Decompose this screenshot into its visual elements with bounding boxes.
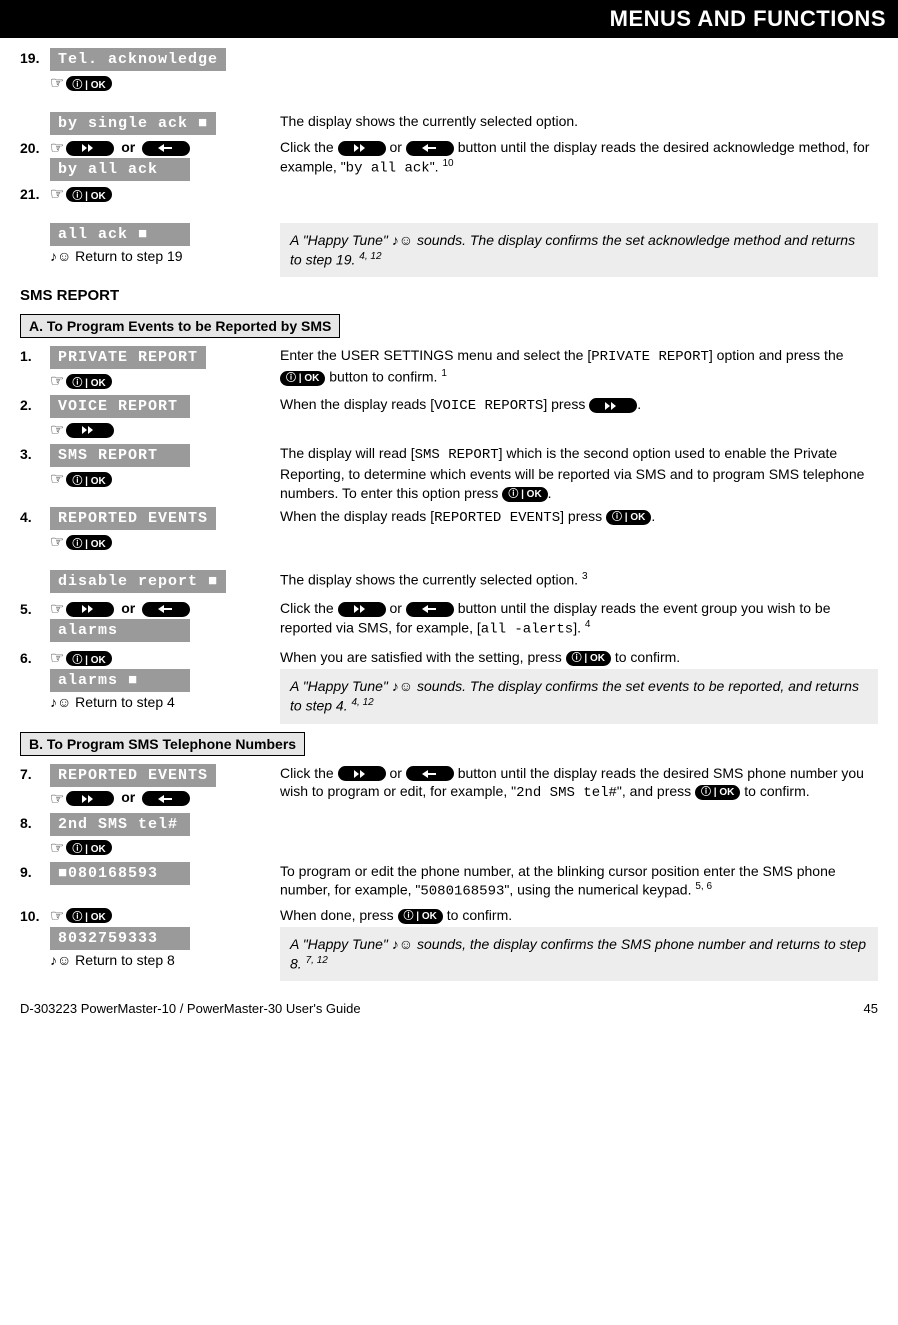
page-content: 19. Tel. acknowledge ☞ⓘ | OK by single a… bbox=[0, 38, 898, 995]
step-description: The display will read [SMS REPORT] which… bbox=[260, 444, 878, 503]
lcd-display: ■080168593 bbox=[50, 862, 190, 885]
step-number: 2. bbox=[20, 395, 50, 413]
step-number: 21. bbox=[20, 184, 50, 202]
step-description: When done, press ⓘ | OK to confirm. bbox=[260, 906, 878, 925]
forward-button[interactable] bbox=[66, 141, 114, 156]
pointing-hand-icon: ☞ bbox=[50, 469, 64, 489]
lcd-display: by single ack ■ bbox=[50, 112, 216, 135]
step-number: 8. bbox=[20, 813, 50, 831]
step-number: 19. bbox=[20, 48, 50, 66]
or-label: or bbox=[121, 139, 135, 155]
ok-button[interactable]: ⓘ | OK bbox=[66, 651, 111, 666]
forward-button[interactable] bbox=[66, 602, 114, 617]
step-description: The display shows the currently selected… bbox=[260, 112, 878, 131]
step-description: The display shows the currently selected… bbox=[260, 570, 878, 590]
lcd-display: REPORTED EVENTS bbox=[50, 507, 216, 530]
step-description: When the display reads [VOICE REPORTS] p… bbox=[260, 395, 878, 416]
pointing-hand-icon: ☞ bbox=[50, 599, 64, 619]
step-number: 5. bbox=[20, 599, 50, 617]
step-description: Click the or button until the display re… bbox=[260, 764, 878, 804]
ok-button[interactable]: ⓘ | OK bbox=[280, 371, 325, 386]
lcd-display: disable report ■ bbox=[50, 570, 226, 593]
return-note: ♪☺ Return to step 8 bbox=[50, 952, 175, 968]
pointing-hand-icon: ☞ bbox=[50, 906, 64, 926]
return-note: ♪☺ Return to step 4 bbox=[50, 694, 175, 710]
lcd-display: by all ack bbox=[50, 158, 190, 181]
step-number: 9. bbox=[20, 862, 50, 880]
footer-page-number: 45 bbox=[864, 1001, 878, 1016]
step-description: When you are satisfied with the setting,… bbox=[260, 648, 878, 667]
step-number: 10. bbox=[20, 906, 50, 924]
or-label: or bbox=[121, 600, 135, 616]
ok-button[interactable]: ⓘ | OK bbox=[66, 374, 111, 389]
lcd-display: 8032759333 bbox=[50, 927, 190, 950]
ok-button[interactable]: ⓘ | OK bbox=[502, 487, 547, 502]
step-description: Click the or button until the display re… bbox=[260, 138, 878, 178]
sub-section-header: B. To Program SMS Telephone Numbers bbox=[20, 732, 305, 756]
footer-doc-id: D-303223 PowerMaster-10 / PowerMaster-30… bbox=[20, 1001, 361, 1016]
step-number: 7. bbox=[20, 764, 50, 782]
pointing-hand-icon: ☞ bbox=[50, 184, 64, 204]
ok-button[interactable]: ⓘ | OK bbox=[66, 840, 111, 855]
lcd-display: alarms bbox=[50, 619, 190, 642]
step-number: 4. bbox=[20, 507, 50, 525]
pointing-hand-icon: ☞ bbox=[50, 138, 64, 158]
step-description: Click the or button until the display re… bbox=[260, 599, 878, 639]
step-number: 3. bbox=[20, 444, 50, 462]
step-number: 20. bbox=[20, 138, 50, 156]
sub-section-header: A. To Program Events to be Reported by S… bbox=[20, 314, 340, 338]
forward-button[interactable] bbox=[589, 398, 637, 413]
back-button[interactable] bbox=[406, 602, 454, 617]
pointing-hand-icon: ☞ bbox=[50, 73, 64, 93]
ok-button[interactable]: ⓘ | OK bbox=[66, 472, 111, 487]
step-description: To program or edit the phone number, at … bbox=[260, 862, 878, 902]
pointing-hand-icon: ☞ bbox=[50, 838, 64, 858]
pointing-hand-icon: ☞ bbox=[50, 648, 64, 668]
back-button[interactable] bbox=[142, 791, 190, 806]
pointing-hand-icon: ☞ bbox=[50, 420, 64, 440]
back-button[interactable] bbox=[142, 141, 190, 156]
ok-button[interactable]: ⓘ | OK bbox=[66, 76, 111, 91]
step-description: Enter the USER SETTINGS menu and select … bbox=[260, 346, 878, 386]
ok-button[interactable]: ⓘ | OK bbox=[66, 908, 111, 923]
section-title: SMS REPORT bbox=[20, 287, 878, 304]
note-box: A "Happy Tune" ♪☺ sounds. The display co… bbox=[280, 669, 878, 723]
step-description: When the display reads [REPORTED EVENTS]… bbox=[260, 507, 878, 528]
ok-button[interactable]: ⓘ | OK bbox=[398, 909, 443, 924]
lcd-display: 2nd SMS tel# bbox=[50, 813, 190, 836]
or-label: or bbox=[121, 789, 135, 805]
ok-button[interactable]: ⓘ | OK bbox=[606, 510, 651, 525]
return-note: ♪☺ Return to step 19 bbox=[50, 248, 183, 264]
forward-button[interactable] bbox=[66, 791, 114, 806]
lcd-display: VOICE REPORT bbox=[50, 395, 190, 418]
code-text: by all ack bbox=[346, 161, 430, 177]
forward-button[interactable] bbox=[66, 423, 114, 438]
back-button[interactable] bbox=[142, 602, 190, 617]
lcd-display: REPORTED EVENTS bbox=[50, 764, 216, 787]
pointing-hand-icon: ☞ bbox=[50, 371, 64, 391]
pointing-hand-icon: ☞ bbox=[50, 532, 64, 552]
note-box: A "Happy Tune" ♪☺ sounds. The display co… bbox=[280, 223, 878, 277]
lcd-display: alarms ■ bbox=[50, 669, 190, 692]
page-header: MENUS AND FUNCTIONS bbox=[0, 0, 898, 38]
forward-button[interactable] bbox=[338, 141, 386, 156]
forward-button[interactable] bbox=[338, 602, 386, 617]
lcd-display: all ack ■ bbox=[50, 223, 190, 246]
ok-button[interactable]: ⓘ | OK bbox=[66, 187, 111, 202]
ok-button[interactable]: ⓘ | OK bbox=[695, 785, 740, 800]
lcd-display: PRIVATE REPORT bbox=[50, 346, 206, 369]
step-number: 6. bbox=[20, 648, 50, 666]
lcd-display: Tel. acknowledge bbox=[50, 48, 226, 71]
back-button[interactable] bbox=[406, 141, 454, 156]
ok-button[interactable]: ⓘ | OK bbox=[566, 651, 611, 666]
pointing-hand-icon: ☞ bbox=[50, 789, 64, 809]
lcd-display: SMS REPORT bbox=[50, 444, 190, 467]
ok-button[interactable]: ⓘ | OK bbox=[66, 535, 111, 550]
back-button[interactable] bbox=[406, 766, 454, 781]
forward-button[interactable] bbox=[338, 766, 386, 781]
note-box: A "Happy Tune" ♪☺ sounds, the display co… bbox=[280, 927, 878, 981]
step-number: 1. bbox=[20, 346, 50, 364]
